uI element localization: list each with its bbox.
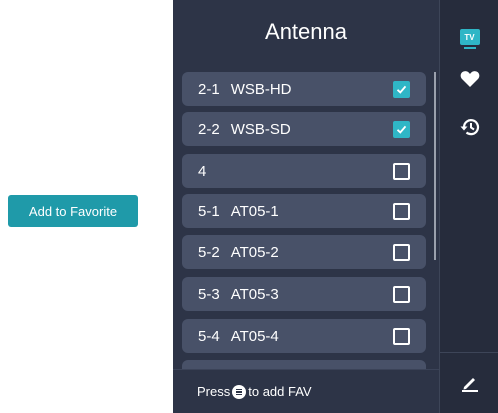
tv-icon[interactable]: TV [440, 29, 498, 49]
footer-hint: Press to add FAV [173, 369, 439, 413]
footer-suffix: to add FAV [248, 384, 312, 399]
channel-number: 5-4 [198, 327, 220, 345]
history-icon[interactable] [440, 117, 498, 137]
edit-icon[interactable] [440, 374, 498, 392]
favorite-checkbox[interactable] [393, 163, 410, 180]
channel-list: 2-1 WSB-HD 2-2 WSB-SD 4 5-1 AT05-1 5-2 A… [182, 72, 426, 369]
channel-row[interactable]: 5-3 AT05-3 [182, 277, 426, 311]
checkmark-icon [396, 85, 407, 94]
channel-row[interactable]: 2-2 WSB-SD [182, 112, 426, 146]
favorite-checkbox[interactable] [393, 244, 410, 261]
channel-row-partial[interactable] [182, 360, 426, 369]
favorite-checkbox[interactable] [393, 286, 410, 303]
channel-name: AT05-1 [230, 202, 279, 220]
checkmark-icon [396, 125, 407, 134]
channel-number: 5-1 [198, 202, 220, 220]
footer-prefix: Press [197, 384, 231, 399]
channel-panel: Antenna 2-1 WSB-HD 2-2 WSB-SD 4 5-1 AT05… [173, 0, 439, 413]
favorite-checkbox[interactable] [393, 121, 410, 138]
sidebar: TV [439, 0, 498, 413]
channel-name: WSB-SD [230, 120, 291, 138]
favorite-checkbox[interactable] [393, 203, 410, 220]
channel-row[interactable]: 4 [182, 154, 426, 188]
channel-row[interactable]: 2-1 WSB-HD [182, 72, 426, 106]
tv-icon-label: TV [459, 29, 480, 49]
scrollbar[interactable] [434, 72, 436, 260]
channel-number: 2-2 [198, 120, 220, 138]
channel-row[interactable]: 5-1 AT05-1 [182, 194, 426, 228]
menu-button-icon [232, 384, 247, 399]
channel-name: AT05-2 [230, 243, 279, 261]
channel-number: 2-1 [198, 80, 220, 98]
favorite-checkbox[interactable] [393, 328, 410, 345]
channel-name: WSB-HD [230, 80, 292, 98]
channel-number: 5-2 [198, 243, 220, 261]
channel-name: AT05-4 [230, 327, 279, 345]
sidebar-divider [440, 352, 498, 353]
channel-row[interactable]: 5-4 AT05-4 [182, 319, 426, 353]
add-to-favorite-button[interactable]: Add to Favorite [8, 195, 138, 227]
channel-number: 4 [198, 162, 207, 180]
heart-icon[interactable] [440, 70, 498, 88]
channel-row[interactable]: 5-2 AT05-2 [182, 235, 426, 269]
panel-title: Antenna [265, 19, 347, 44]
channel-number: 5-3 [198, 285, 220, 303]
channel-name: AT05-3 [230, 285, 279, 303]
favorite-checkbox[interactable] [393, 81, 410, 98]
